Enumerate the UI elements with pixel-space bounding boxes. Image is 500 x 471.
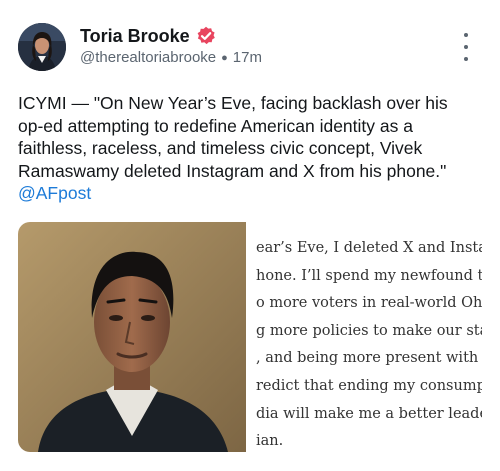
post-card: Toria Brooke @therealtoriabrooke ● 17m I… [0,0,500,471]
article-line: ian. [256,433,284,450]
avatar-image [18,23,66,71]
article-line: ear’s Eve, I deleted X and Instag [256,240,482,256]
avatar[interactable] [18,23,66,71]
author-meta: @therealtoriabrooke ● 17m [80,49,262,66]
more-vertical-icon [464,33,468,37]
post-text-line: faithless, raceless, and timeless civic … [18,138,423,158]
article-line: g more policies to make our sta [256,322,482,339]
post-text-line: ICYMI — "On New Year’s Eve, facing backl… [18,93,448,113]
more-options-button[interactable] [456,33,476,61]
author-name-row: Toria Brooke [80,24,216,48]
article-line: , and being more present with [256,350,479,367]
post-text: ICYMI — "On New Year’s Eve, facing backl… [18,92,488,205]
verified-badge-icon [197,26,215,45]
post-time: 17m [232,49,262,66]
portrait-photo [18,222,246,452]
more-dot [464,45,468,49]
author-handle[interactable]: @therealtoriabrooke [80,49,216,66]
article-excerpt: ear’s Eve, I deleted X and Instag hone. … [248,222,482,452]
article-line: dia will make me a better leade [256,405,482,422]
article-line: hone. I’ll spend my newfound t [256,267,482,284]
article-line: o more voters in real-world Oh [256,295,482,312]
post-text-line: op-ed attempting to redefine American id… [18,115,413,136]
article-line: redict that ending my consump [256,377,482,394]
mention-link[interactable]: @AFpost [18,182,488,205]
author-name[interactable]: Toria Brooke [80,26,190,47]
post-text-line: Ramaswamy deleted Instagram and X from h… [18,160,447,181]
more-dot [464,57,468,61]
post-media[interactable]: ear’s Eve, I deleted X and Instag hone. … [18,222,482,452]
separator-dot: ● [221,51,228,64]
